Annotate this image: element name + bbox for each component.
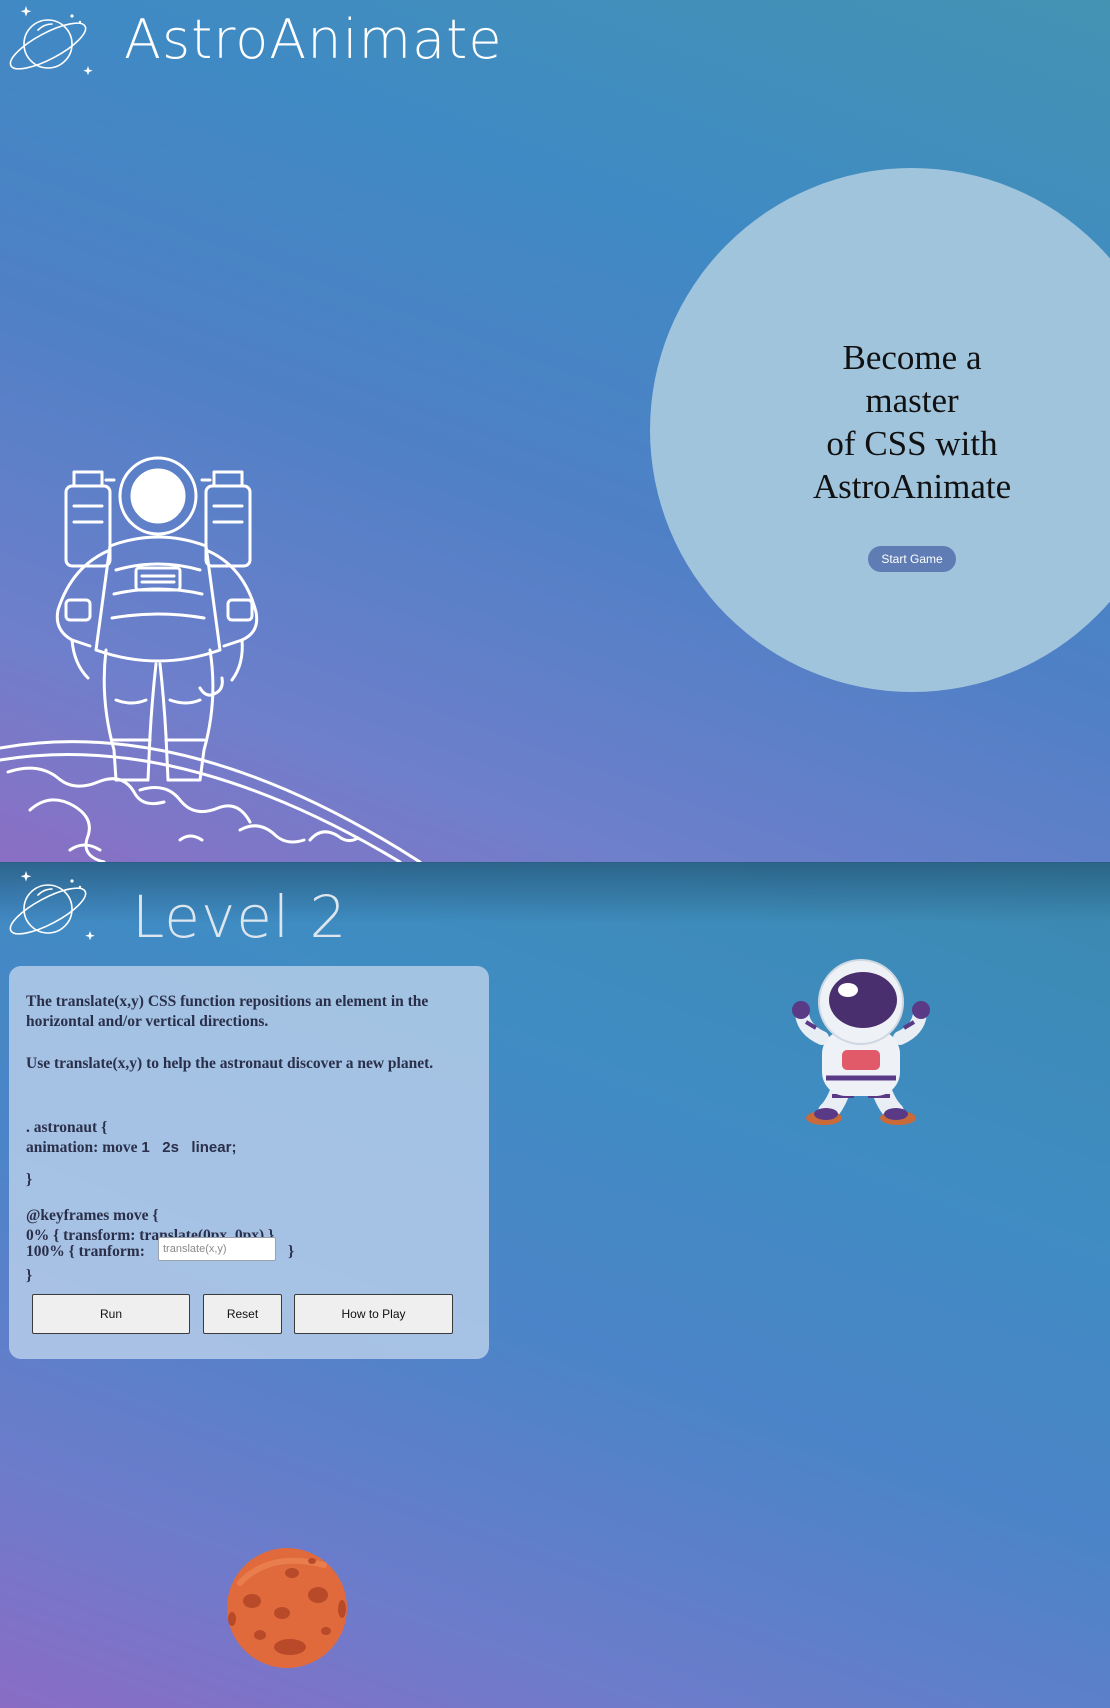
code-selector-close: } [26,1171,33,1188]
hero-heading: Become a master of CSS with AstroAnimate [780,336,1044,508]
planet-logo-icon [9,871,95,941]
page: AstroAnimate Become a master of CSS with… [0,0,1110,1708]
home-screen: AstroAnimate Become a master of CSS with… [0,0,1110,862]
intro-text-1: The translate(x,y) CSS function repositi… [26,993,429,1030]
planet-outline-illustration [0,740,422,862]
hero-line-1: Become a [842,338,982,377]
hero-line-3: of CSS with [826,424,998,463]
how-to-play-button[interactable]: How to Play [294,1294,453,1334]
code-animation-prefix: animation: move [26,1139,138,1156]
code-frame-100-suffix: } [288,1243,295,1260]
code-frame-100-prefix: 100% { tranform: [26,1243,145,1260]
level-screen: Level 2 The translate(x,y) CSS function … [0,862,1110,1708]
code-keyframes-close: } [26,1267,33,1284]
hero-line-2: master [865,381,959,420]
reset-button[interactable]: Reset [203,1294,282,1334]
instructions-panel: The translate(x,y) CSS function repositi… [9,966,489,1359]
run-button[interactable]: Run [32,1294,190,1334]
start-game-button[interactable]: Start Game [868,546,956,572]
intro-text-2: Use translate(x,y) to help the astronaut… [26,1055,434,1072]
level-title: Level 2 [132,883,348,951]
code-keyframes-open: @keyframes move { [26,1207,159,1224]
code-animation-line: animation: move 1 2s linear; [26,1138,236,1158]
hero-line-4: AstroAnimate [812,467,1012,506]
red-planet-illustration [227,1548,347,1668]
translate-input[interactable] [158,1237,276,1261]
planet-logo-icon [9,6,93,76]
code-animation-values: 1 2s linear; [141,1139,237,1156]
brand-title: AstroAnimate [124,8,503,71]
code-selector-open: . astronaut { [26,1119,108,1136]
cartoon-astronaut-illustration [792,959,930,1125]
